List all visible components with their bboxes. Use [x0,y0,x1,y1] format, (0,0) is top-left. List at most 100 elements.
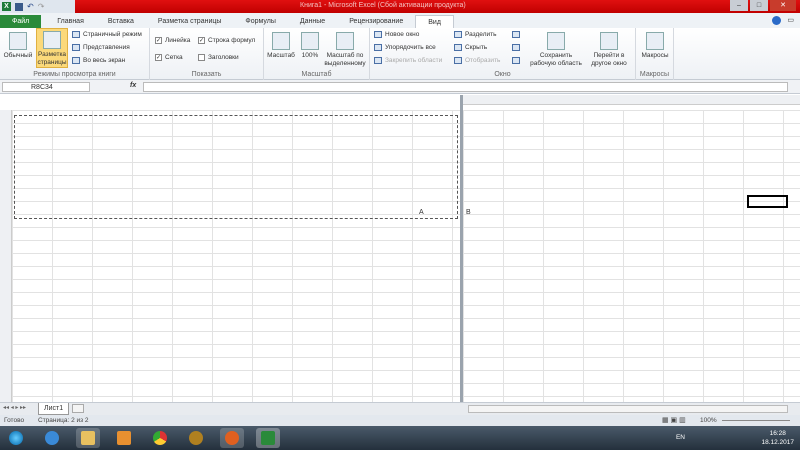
right-pane-grid[interactable] [463,110,800,402]
undo-icon[interactable]: ↶ [27,2,34,11]
macros-icon [646,32,664,50]
zoom-100-button[interactable]: 100% [298,30,322,60]
sync-scroll-button[interactable] [512,44,520,51]
tab-review[interactable]: Рецензирование [337,15,415,28]
group-label: Масштаб [301,71,332,78]
explorer-icon[interactable] [76,428,100,448]
arrange-all-button[interactable]: Упорядочить все [374,44,436,51]
save-workspace-button[interactable]: Сохранить рабочую область [528,30,584,68]
zoom-level[interactable]: 100% [700,415,717,426]
new-window-button[interactable]: Новое окно [374,31,419,38]
quick-access-toolbar: X ↶ ↷ [0,0,75,13]
freeze-icon [374,57,382,64]
start-button[interactable] [4,428,28,448]
status-page: Страница: 2 из 2 [38,417,89,424]
tab-page-layout[interactable]: Разметка страницы [146,15,234,28]
reset-position-icon [512,57,520,64]
gridlines-checkbox[interactable]: ✓ Сетка [155,54,183,61]
insert-sheet-icon[interactable] [72,404,84,413]
unhide-button[interactable]: Отобразить [454,57,500,64]
tab-data[interactable]: Данные [288,15,337,28]
normal-view-button[interactable]: Обычный [2,30,34,60]
reset-position-button[interactable] [512,57,520,64]
sheet-nav-arrows-icon[interactable]: ◂◂ ◂ ▸ ▸▸ [3,404,26,411]
title-bar: X ↶ ↷ Книга1 - Microsoft Excel (Сбой акт… [0,0,800,13]
selected-cell[interactable] [747,195,788,208]
unhide-icon [454,57,462,64]
redo-icon[interactable]: ↷ [38,2,45,11]
media-player-icon[interactable] [112,428,136,448]
views-icon [72,44,80,51]
insert-function-button[interactable]: fx [130,82,136,89]
page-icon [43,31,61,49]
switch-windows-button[interactable]: Перейти в другое окно [584,30,634,68]
group-zoom: Масштаб 100% Масштаб по выделенному Масш… [264,28,370,80]
save-icon[interactable] [15,2,23,11]
help-icon[interactable] [772,16,782,25]
ruler-checkbox[interactable]: ✓ Линейка [155,37,190,44]
ribbon-minimize-icon[interactable]: ▭ [787,16,794,25]
page-layout-view-button[interactable]: Разметка страницы [36,28,68,68]
taskbar: EN 16:28 18.12.2017 [0,426,800,450]
group-label: Окно [494,71,511,78]
ie-icon[interactable] [40,428,64,448]
split-icon [454,31,462,38]
custom-views-button[interactable]: Представления [72,44,130,51]
page-100-icon [301,32,319,50]
view-buttons-icon[interactable]: ▦ ▣ ▥ [662,415,686,426]
ribbon: Обычный Разметка страницы Страничный реж… [0,28,800,80]
language-indicator[interactable]: EN [676,434,685,441]
full-screen-button[interactable]: Во весь экран [72,57,125,64]
vertical-ruler [0,110,12,402]
horizontal-scrollbar[interactable] [468,405,788,413]
tab-view[interactable]: Вид [415,15,454,28]
excel-taskbar-icon[interactable] [256,428,280,448]
tab-file[interactable]: Файл [0,15,42,28]
group-label: Режимы просмотра книги [33,71,116,78]
page-break-icon [72,31,80,38]
wow-icon[interactable] [184,428,208,448]
excel-icon: X [2,2,11,11]
group-label: Макросы [639,71,670,78]
formula-bar-checkbox[interactable]: ✓ Строка формул [198,37,255,44]
tab-insert[interactable]: Вставка [96,15,146,28]
tab-home[interactable]: Главная [45,15,96,28]
zoom-selection-icon [336,32,354,50]
switch-windows-icon [600,32,618,50]
firefox-icon[interactable] [220,428,244,448]
status-ready: Готово [4,417,25,424]
ribbon-tabs: Файл Главная Вставка Разметка страницы Ф… [0,13,800,28]
clock[interactable]: 16:28 18.12.2017 [761,429,794,447]
freeze-panes-button[interactable]: Закрепить области [374,57,442,64]
sheet-tab[interactable]: Лист1 [38,403,70,415]
chrome-icon[interactable] [148,428,172,448]
close-button[interactable]: ✕ [770,0,796,11]
zoom-selection-button[interactable]: Масштаб по выделенному [322,30,368,68]
workspace-icon [547,32,565,50]
tab-formulas[interactable]: Формулы [233,15,287,28]
hide-button[interactable]: Скрыть [454,44,487,51]
formula-input[interactable] [143,82,788,92]
formula-bar: R8C34 fx [0,80,800,94]
grid-icon [9,32,27,50]
arrange-icon [374,44,382,51]
maximize-button[interactable]: □ [750,0,768,11]
magnifier-icon [272,32,290,50]
sheet-tab-bar: ◂◂ ◂ ▸ ▸▸ Лист1 [0,402,800,415]
page-break-view-button[interactable]: Страничный режим [72,31,142,38]
status-bar: Готово Страница: 2 из 2 ▦ ▣ ▥ 100% [0,415,800,426]
group-label: Показать [191,71,222,78]
new-window-icon [374,31,382,38]
page-a-boundary [14,115,458,219]
group-window: Новое окно Упорядочить все Закрепить обл… [370,28,636,80]
full-screen-icon [72,57,80,64]
zoom-slider[interactable] [722,420,790,421]
name-box[interactable]: R8C34 [2,82,90,92]
split-button[interactable]: Разделить [454,31,496,38]
group-macros: Макросы Макросы [636,28,674,80]
headings-checkbox[interactable]: Заголовки [198,54,239,61]
zoom-button[interactable]: Масштаб [266,30,296,60]
macros-button[interactable]: Макросы [638,30,672,60]
minimize-button[interactable]: – [730,0,748,11]
side-by-side-button[interactable] [512,31,520,38]
